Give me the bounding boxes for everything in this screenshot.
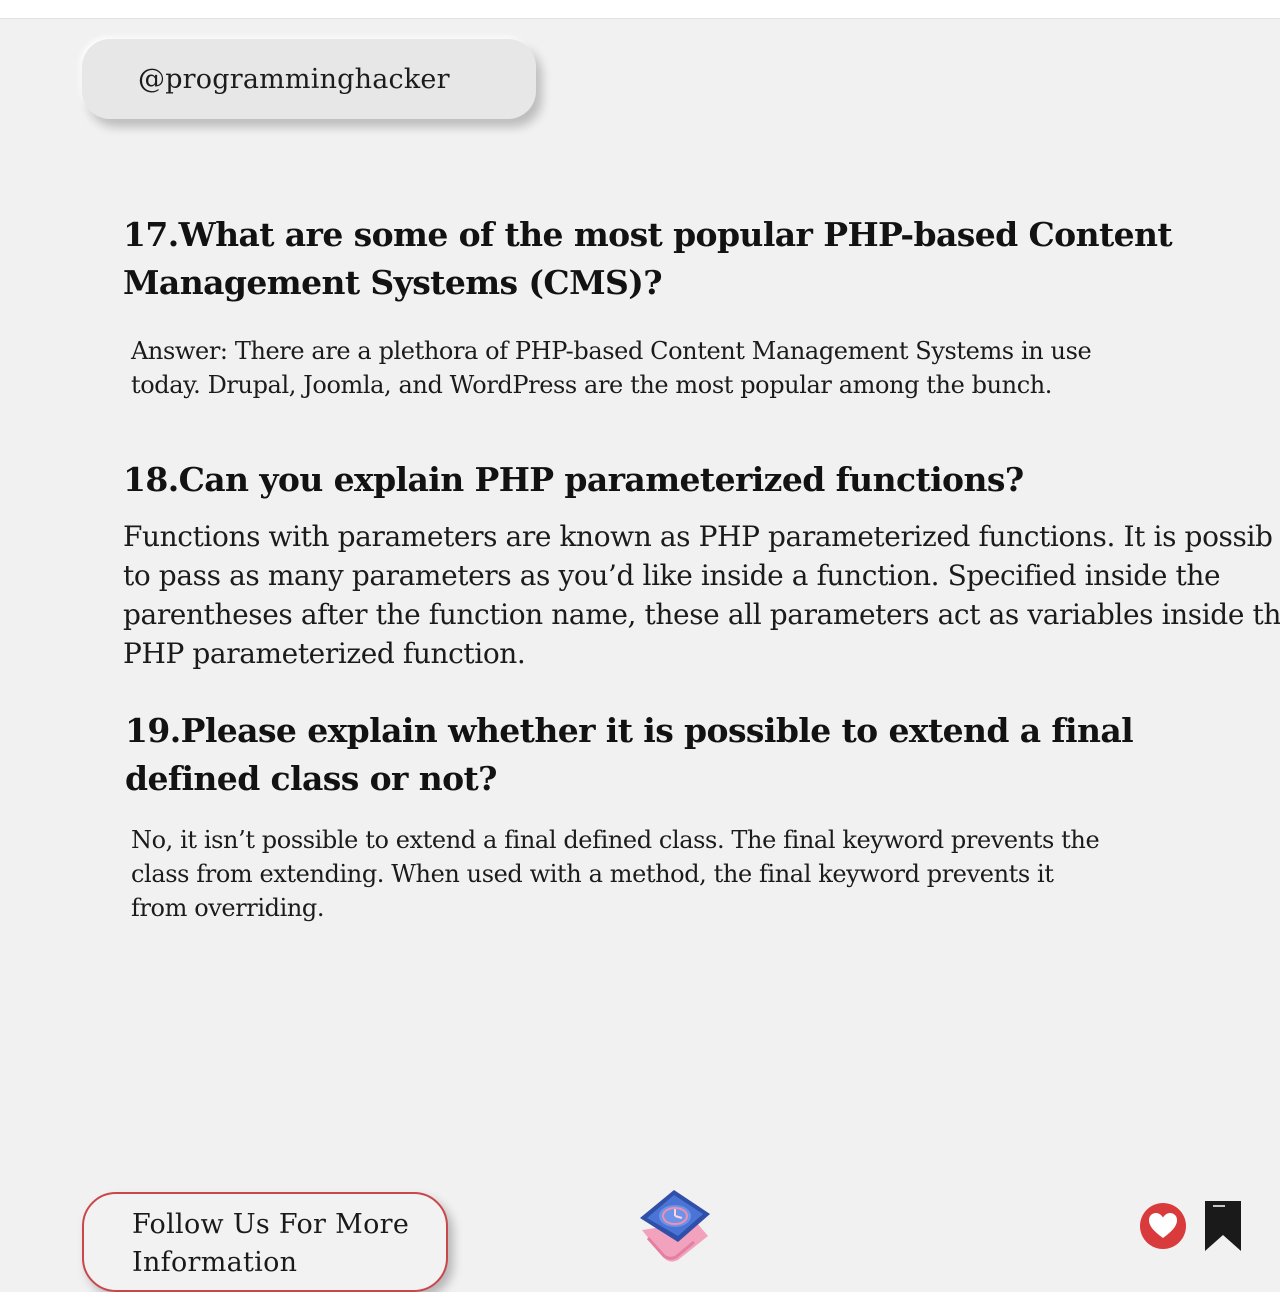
question-17-heading: 17.What are some of the most popular PHP… <box>123 211 1173 307</box>
answer-19-line: No, it isn’t possible to extend a final … <box>131 826 1100 854</box>
account-handle: @programminghacker <box>138 63 450 95</box>
follow-us-label: Follow Us For More <box>132 1209 410 1240</box>
answer-18-line: to pass as many parameters as you’d like… <box>123 559 1221 592</box>
smartwatch-logo-icon <box>640 1190 710 1262</box>
answer-19-line: class from extending. When used with a m… <box>131 860 1054 888</box>
question-18-line: 18.Can you explain PHP parameterized fun… <box>123 460 1024 499</box>
answer-18-line: parentheses after the function name, the… <box>123 598 1280 631</box>
answer-19: No, it isn’t possible to extend a final … <box>131 823 1151 925</box>
question-17-line: Management Systems (CMS)? <box>123 263 663 302</box>
question-17-line: 17.What are some of the most popular PHP… <box>123 215 1173 254</box>
heart-icon[interactable] <box>1138 1201 1188 1251</box>
account-handle-badge: @programminghacker <box>82 39 536 119</box>
answer-18-line: Functions with parameters are known as P… <box>123 520 1273 553</box>
question-19-line: defined class or not? <box>125 759 497 798</box>
answer-17-line: Answer: There are a plethora of PHP-base… <box>131 337 1092 365</box>
answer-17: Answer: There are a plethora of PHP-base… <box>131 334 1141 402</box>
follow-us-label: Information <box>132 1247 298 1278</box>
question-18-heading: 18.Can you explain PHP parameterized fun… <box>123 456 1223 504</box>
question-19-line: 19.Please explain whether it is possible… <box>125 711 1134 750</box>
top-strip <box>0 0 1280 19</box>
answer-18: Functions with parameters are known as P… <box>123 517 1280 673</box>
follow-us-button[interactable]: Follow Us For More Information <box>82 1192 448 1292</box>
answer-17-line: today. Drupal, Joomla, and WordPress are… <box>131 371 1053 399</box>
answer-19-line: from overriding. <box>131 894 325 922</box>
question-19-heading: 19.Please explain whether it is possible… <box>125 707 1135 803</box>
answer-18-line: PHP parameterized function. <box>123 637 526 670</box>
bookmark-icon[interactable] <box>1203 1199 1243 1253</box>
